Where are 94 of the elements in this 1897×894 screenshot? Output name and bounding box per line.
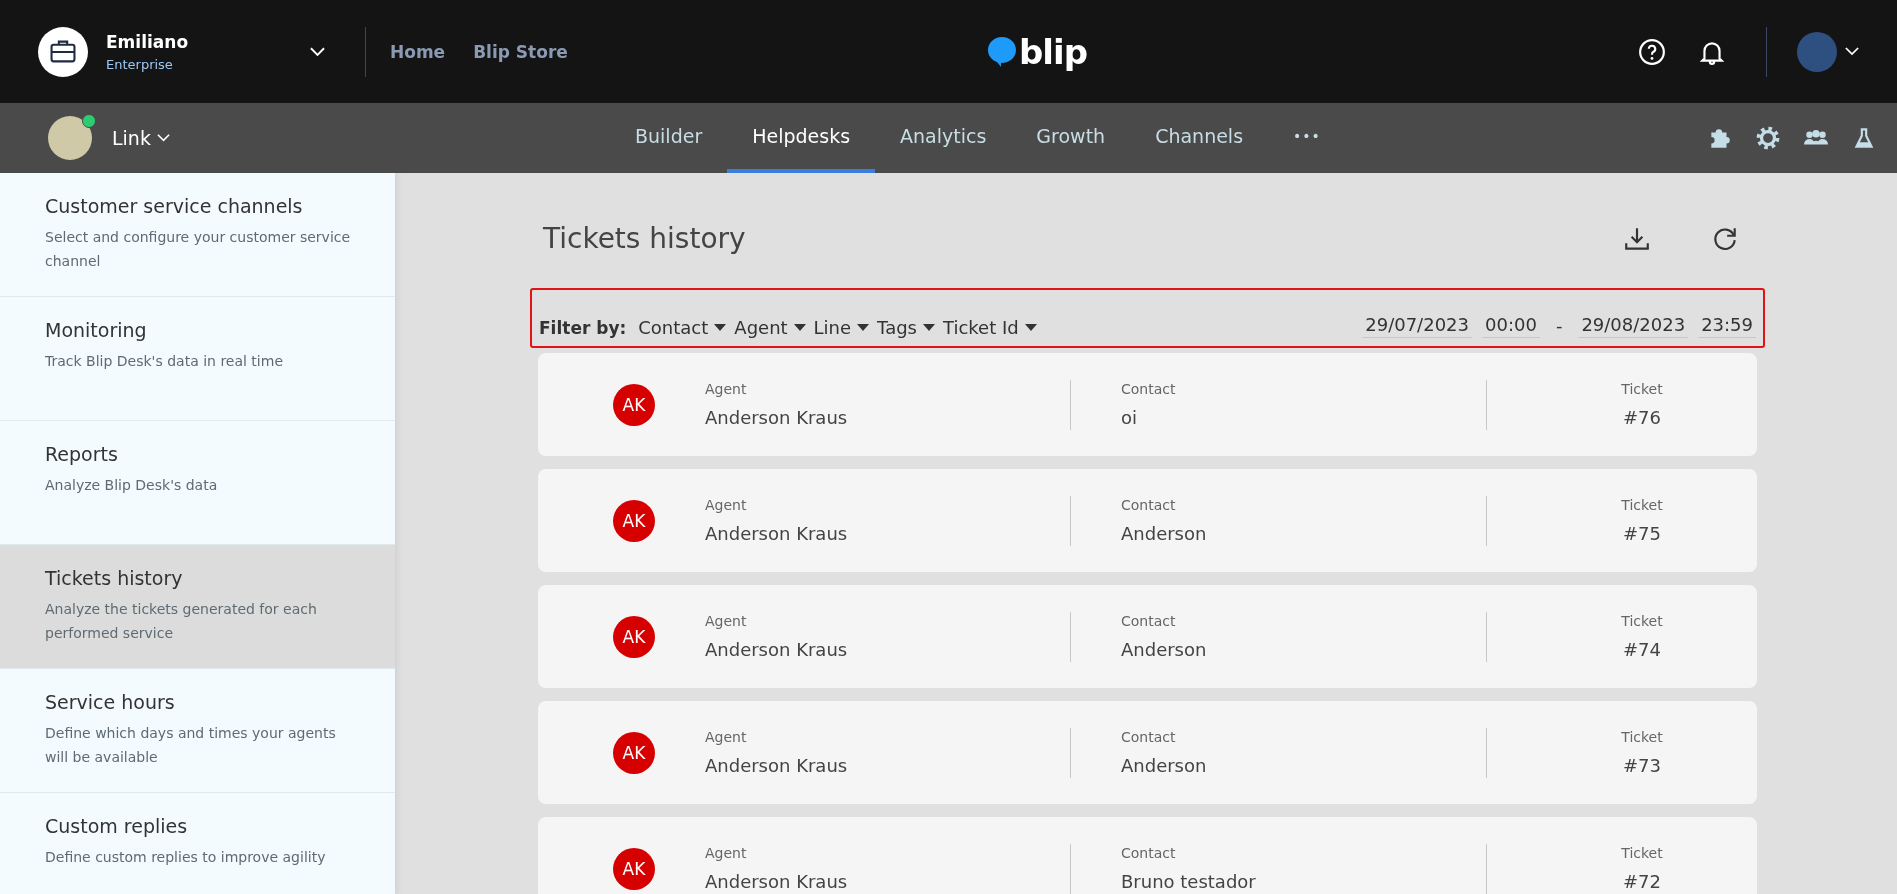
- speech-bubble-logo-icon: [987, 35, 1017, 68]
- contact-name: Anderson: [1121, 523, 1208, 544]
- end-time-field[interactable]: 23:59: [1698, 314, 1756, 338]
- ticket-card[interactable]: AK Agent Anderson Kraus Contact Anderson Ticket #74: [538, 585, 1757, 688]
- caret-icon: [714, 324, 727, 331]
- ticket-number: #72: [1623, 871, 1661, 892]
- top-link[interactable]: Home: [390, 41, 446, 62]
- start-time-field[interactable]: 00:00: [1482, 314, 1540, 338]
- ticket-number: #76: [1623, 407, 1661, 428]
- sidebar-item-description: Analyze Blip Desk's data: [45, 476, 219, 495]
- column-label: Contact: [1121, 381, 1177, 397]
- sidebar-item-description: Select and configure your customer service channel: [45, 228, 352, 271]
- chevron-down-icon[interactable]: [310, 46, 325, 57]
- filter-dropdown[interactable]: Line: [813, 317, 870, 338]
- filter-dropdown[interactable]: Tags: [877, 317, 935, 338]
- sidebar-item-description: Define custom replies to improve agility: [45, 848, 327, 867]
- column-label: Agent: [705, 845, 748, 861]
- column-label: Ticket: [1621, 845, 1663, 861]
- caret-icon: [857, 324, 870, 331]
- filter-label: Filter by:: [539, 318, 627, 338]
- contact-name: Anderson: [1121, 755, 1208, 776]
- ticket-number: #75: [1623, 523, 1661, 544]
- date-separator: -: [1554, 315, 1564, 338]
- column-label: Contact: [1121, 729, 1177, 745]
- more-tabs-button[interactable]: •••: [1268, 103, 1346, 173]
- sidebar-item-title: Customer service channels: [45, 195, 304, 217]
- caret-icon: [1024, 324, 1037, 331]
- chevron-down-icon[interactable]: [1845, 47, 1859, 56]
- start-date-field[interactable]: 29/07/2023: [1362, 314, 1472, 338]
- column-label: Contact: [1121, 497, 1177, 513]
- caret-icon: [922, 324, 935, 331]
- gear-icon[interactable]: [1755, 125, 1781, 151]
- agent-name: Anderson Kraus: [705, 407, 849, 428]
- filter-dropdown[interactable]: Agent: [734, 317, 806, 338]
- agent-avatar: AK: [613, 499, 655, 542]
- ticket-card[interactable]: AK Agent Anderson Kraus Contact oi Ticket #76: [538, 353, 1757, 456]
- page-title: Tickets history: [543, 222, 747, 255]
- contact-name: oi: [1121, 407, 1138, 428]
- agent-name: Anderson Kraus: [705, 639, 849, 660]
- bot-avatar: [48, 116, 92, 160]
- column-label: Ticket: [1621, 381, 1663, 397]
- agent-name: Anderson Kraus: [705, 755, 849, 776]
- ticket-card[interactable]: AK Agent Anderson Kraus Contact Anderson Ticket #73: [538, 701, 1757, 804]
- end-date-field[interactable]: 29/08/2023: [1578, 314, 1689, 338]
- sidebar-item-description: Define which days and times your agents will be available: [45, 724, 337, 767]
- sidebar-item-title: Monitoring: [45, 319, 148, 341]
- logo-text: blip: [1019, 31, 1087, 72]
- column-label: Agent: [705, 729, 748, 745]
- agent-avatar: AK: [613, 847, 655, 890]
- chevron-down-icon[interactable]: [156, 134, 170, 142]
- top-link[interactable]: Blip Store: [473, 41, 568, 62]
- contact-name: Anderson: [1121, 639, 1208, 660]
- sidebar-item[interactable]: Custom replies Define custom replies to improve agility: [0, 793, 395, 894]
- nav-tab[interactable]: Channels: [1130, 103, 1269, 173]
- nav-tab[interactable]: Growth: [1011, 103, 1131, 173]
- ticket-card[interactable]: AK Agent Anderson Kraus Contact Bruno testador Ticket #72: [538, 817, 1757, 894]
- bot-name[interactable]: Link: [112, 127, 151, 149]
- sidebar-item-description: Analyze the tickets generated for each performed service: [45, 600, 318, 643]
- agent-name: Anderson Kraus: [705, 523, 849, 544]
- column-label: Ticket: [1621, 613, 1663, 629]
- sidebar-item-description: Track Blip Desk's data in real time: [45, 352, 284, 371]
- column-label: Ticket: [1621, 729, 1663, 745]
- account-plan: Enterprise: [106, 56, 174, 72]
- column-label: Contact: [1121, 845, 1177, 861]
- sidebar-item[interactable]: Service hours Define which days and times your agents will be available: [0, 669, 395, 793]
- sidebar-item-title: Service hours: [45, 691, 176, 713]
- sidebar-item-title: Tickets history: [45, 567, 184, 589]
- sidebar-item-title: Reports: [45, 443, 119, 465]
- help-icon[interactable]: [1638, 37, 1666, 66]
- ticket-number: #74: [1623, 639, 1661, 660]
- agent-avatar: AK: [613, 731, 655, 774]
- sidebar-item[interactable]: Tickets history Analyze the tickets generated for each performed service: [0, 545, 395, 669]
- ticket-number: #73: [1623, 755, 1661, 776]
- column-label: Agent: [705, 613, 748, 629]
- agent-name: Anderson Kraus: [705, 871, 849, 892]
- account-name: Emiliano: [106, 31, 190, 52]
- nav-tab[interactable]: Builder: [610, 103, 728, 173]
- nav-tab[interactable]: Helpdesks: [727, 103, 876, 173]
- ticket-card[interactable]: AK Agent Anderson Kraus Contact Anderson Ticket #75: [538, 469, 1757, 572]
- column-label: Contact: [1121, 613, 1177, 629]
- column-label: Agent: [705, 497, 748, 513]
- sidebar-item-title: Custom replies: [45, 815, 189, 837]
- agent-avatar: AK: [613, 383, 655, 426]
- sidebar-item[interactable]: Customer service channels Select and configure your customer service channel: [0, 173, 395, 297]
- filter-dropdown[interactable]: Ticket Id: [942, 317, 1037, 338]
- contact-name: Bruno testador: [1121, 871, 1257, 892]
- briefcase-icon: [38, 26, 88, 77]
- column-label: Agent: [705, 381, 748, 397]
- caret-icon: [793, 324, 806, 331]
- column-label: Ticket: [1621, 497, 1663, 513]
- filter-dropdown[interactable]: Contact: [638, 317, 727, 338]
- sidebar-item[interactable]: Monitoring Track Blip Desk's data in real time: [0, 297, 395, 421]
- nav-tab[interactable]: Analytics: [875, 103, 1012, 173]
- agent-avatar: AK: [613, 615, 655, 658]
